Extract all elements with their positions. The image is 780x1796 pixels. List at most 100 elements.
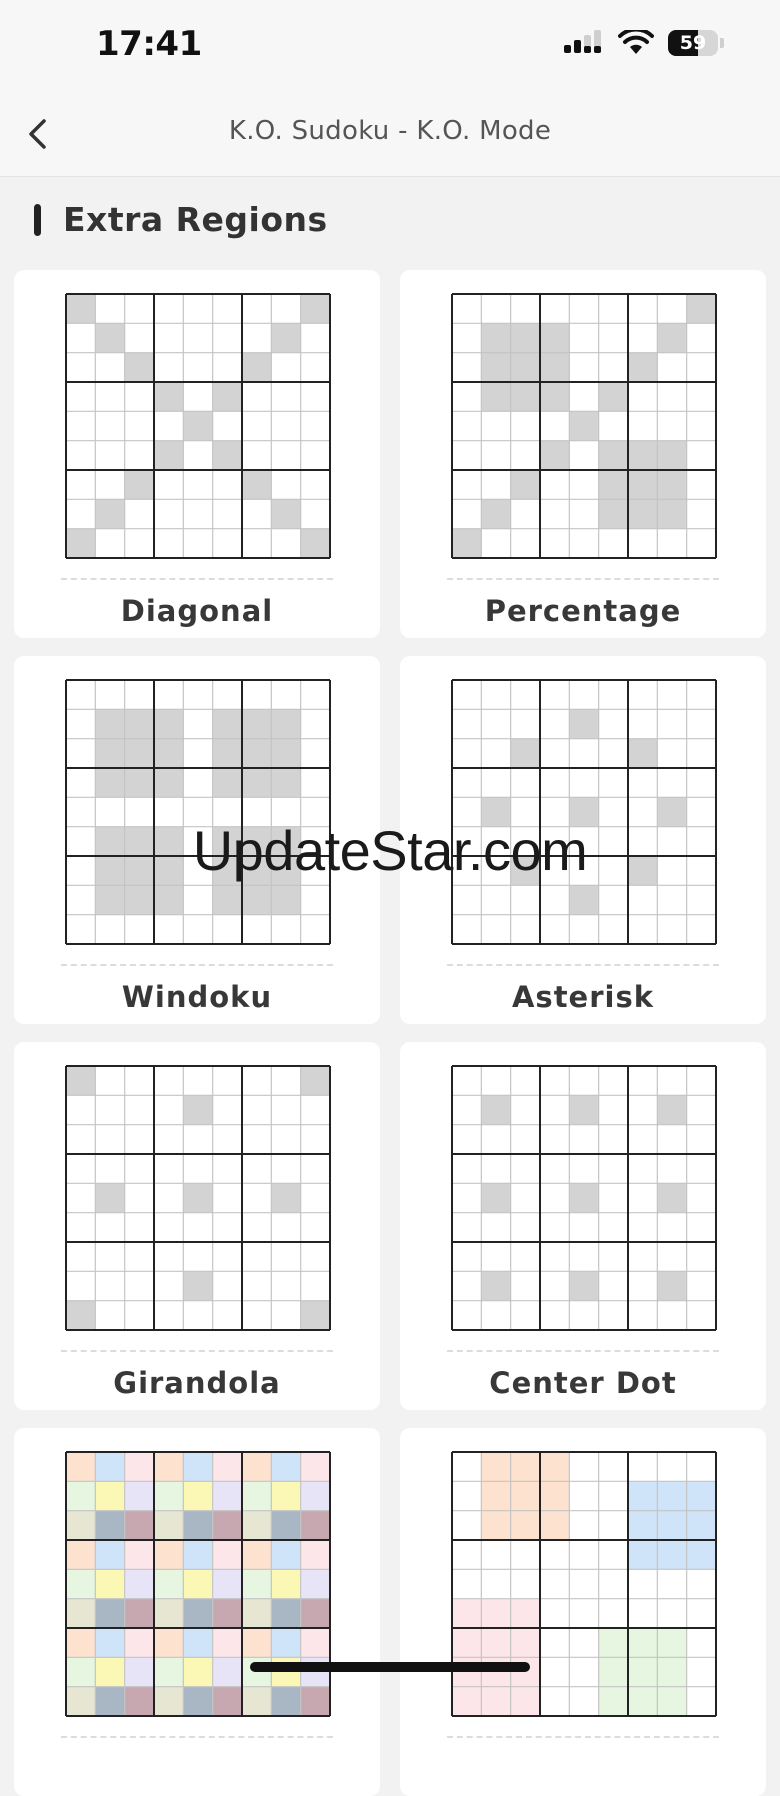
highlight-cell <box>510 738 540 768</box>
highlight-cell <box>154 885 184 915</box>
highlight-cell <box>95 499 125 529</box>
card-divider <box>447 1350 719 1352</box>
highlight-cell <box>212 1686 242 1716</box>
variant-card[interactable] <box>14 1428 380 1796</box>
status-icons: 59 <box>564 30 724 56</box>
highlight-cell <box>271 885 301 915</box>
highlight-cell <box>686 1481 716 1511</box>
highlight-cell <box>271 1598 301 1628</box>
highlight-cell <box>510 1598 540 1628</box>
sudoku-grid-preview <box>65 293 331 559</box>
highlight-cell <box>183 411 213 441</box>
highlight-cell <box>598 1686 628 1716</box>
variant-card[interactable] <box>400 1428 766 1796</box>
highlight-cell <box>242 1540 272 1570</box>
highlight-cell <box>300 1452 330 1482</box>
card-divider <box>61 1350 333 1352</box>
highlight-cell <box>154 1628 184 1658</box>
highlight-cell <box>657 1657 687 1687</box>
highlight-cell <box>124 856 154 886</box>
card-divider <box>61 964 333 966</box>
highlight-cell <box>569 411 599 441</box>
highlight-cell <box>300 1628 330 1658</box>
highlight-cell <box>300 1569 330 1599</box>
highlight-cell <box>212 768 242 798</box>
highlight-cell <box>95 1452 125 1482</box>
highlight-cell <box>95 885 125 915</box>
highlight-cell <box>510 856 540 886</box>
variant-card[interactable]: Girandola <box>14 1042 380 1410</box>
highlight-cell <box>628 470 658 500</box>
highlight-cell <box>657 797 687 827</box>
highlight-cell <box>242 885 272 915</box>
highlight-cell <box>242 1686 272 1716</box>
variant-card[interactable]: Percentage <box>400 270 766 638</box>
card-divider <box>61 1736 333 1738</box>
highlight-cell <box>183 1510 213 1540</box>
highlight-cell <box>212 440 242 470</box>
battery-level-text: 59 <box>679 32 707 54</box>
sudoku-grid-preview <box>65 679 331 945</box>
highlight-cell <box>657 499 687 529</box>
highlight-cell <box>540 323 570 353</box>
highlight-cell <box>212 856 242 886</box>
highlight-cell <box>212 826 242 856</box>
highlight-cell <box>183 1481 213 1511</box>
highlight-cell <box>124 738 154 768</box>
highlight-cell <box>124 1657 154 1687</box>
highlight-cell <box>95 856 125 886</box>
highlight-cell <box>628 1510 658 1540</box>
highlight-cell <box>242 856 272 886</box>
highlight-cell <box>66 1540 96 1570</box>
highlight-cell <box>154 440 184 470</box>
highlight-cell <box>66 1628 96 1658</box>
highlight-cell <box>66 1598 96 1628</box>
variant-card[interactable]: Asterisk <box>400 656 766 1024</box>
highlight-cell <box>686 294 716 324</box>
variant-card[interactable]: Windoku <box>14 656 380 1024</box>
highlight-cell <box>271 1510 301 1540</box>
highlight-cell <box>628 856 658 886</box>
highlight-cell <box>242 1598 272 1628</box>
highlight-cell <box>183 1095 213 1125</box>
highlight-cell <box>183 1657 213 1687</box>
highlight-cell <box>452 1628 482 1658</box>
highlight-cell <box>124 1452 154 1482</box>
highlight-cell <box>628 738 658 768</box>
highlight-cell <box>271 1481 301 1511</box>
highlight-cell <box>66 1300 96 1330</box>
highlight-cell <box>124 470 154 500</box>
highlight-cell <box>154 709 184 739</box>
highlight-cell <box>598 499 628 529</box>
home-indicator[interactable] <box>250 1662 530 1672</box>
highlight-cell <box>242 709 272 739</box>
highlight-cell <box>95 1628 125 1658</box>
highlight-cell <box>481 382 511 412</box>
highlight-cell <box>212 738 242 768</box>
highlight-cell <box>242 1452 272 1482</box>
variant-card[interactable]: Diagonal <box>14 270 380 638</box>
card-divider <box>447 578 719 580</box>
sudoku-grid-preview <box>451 1451 717 1717</box>
highlight-cell <box>66 1510 96 1540</box>
variant-card[interactable]: Center Dot <box>400 1042 766 1410</box>
highlight-cell <box>242 768 272 798</box>
highlight-cell <box>657 1628 687 1658</box>
highlight-cell <box>95 1657 125 1687</box>
highlight-cell <box>271 1183 301 1213</box>
highlight-cell <box>628 499 658 529</box>
highlight-cell <box>540 1481 570 1511</box>
variant-label: Girandola <box>113 1366 281 1400</box>
sudoku-grid-preview <box>451 293 717 559</box>
highlight-cell <box>452 1598 482 1628</box>
highlight-cell <box>481 1510 511 1540</box>
highlight-cell <box>183 1686 213 1716</box>
highlight-cell <box>481 1598 511 1628</box>
variant-label: Percentage <box>484 594 682 628</box>
highlight-cell <box>628 1540 658 1570</box>
sudoku-grid-preview <box>451 1065 717 1331</box>
sudoku-grid-preview <box>451 679 717 945</box>
navigation-bar: K.O. Sudoku - K.O. Mode <box>0 94 780 177</box>
highlight-cell <box>569 1183 599 1213</box>
highlight-cell <box>124 885 154 915</box>
